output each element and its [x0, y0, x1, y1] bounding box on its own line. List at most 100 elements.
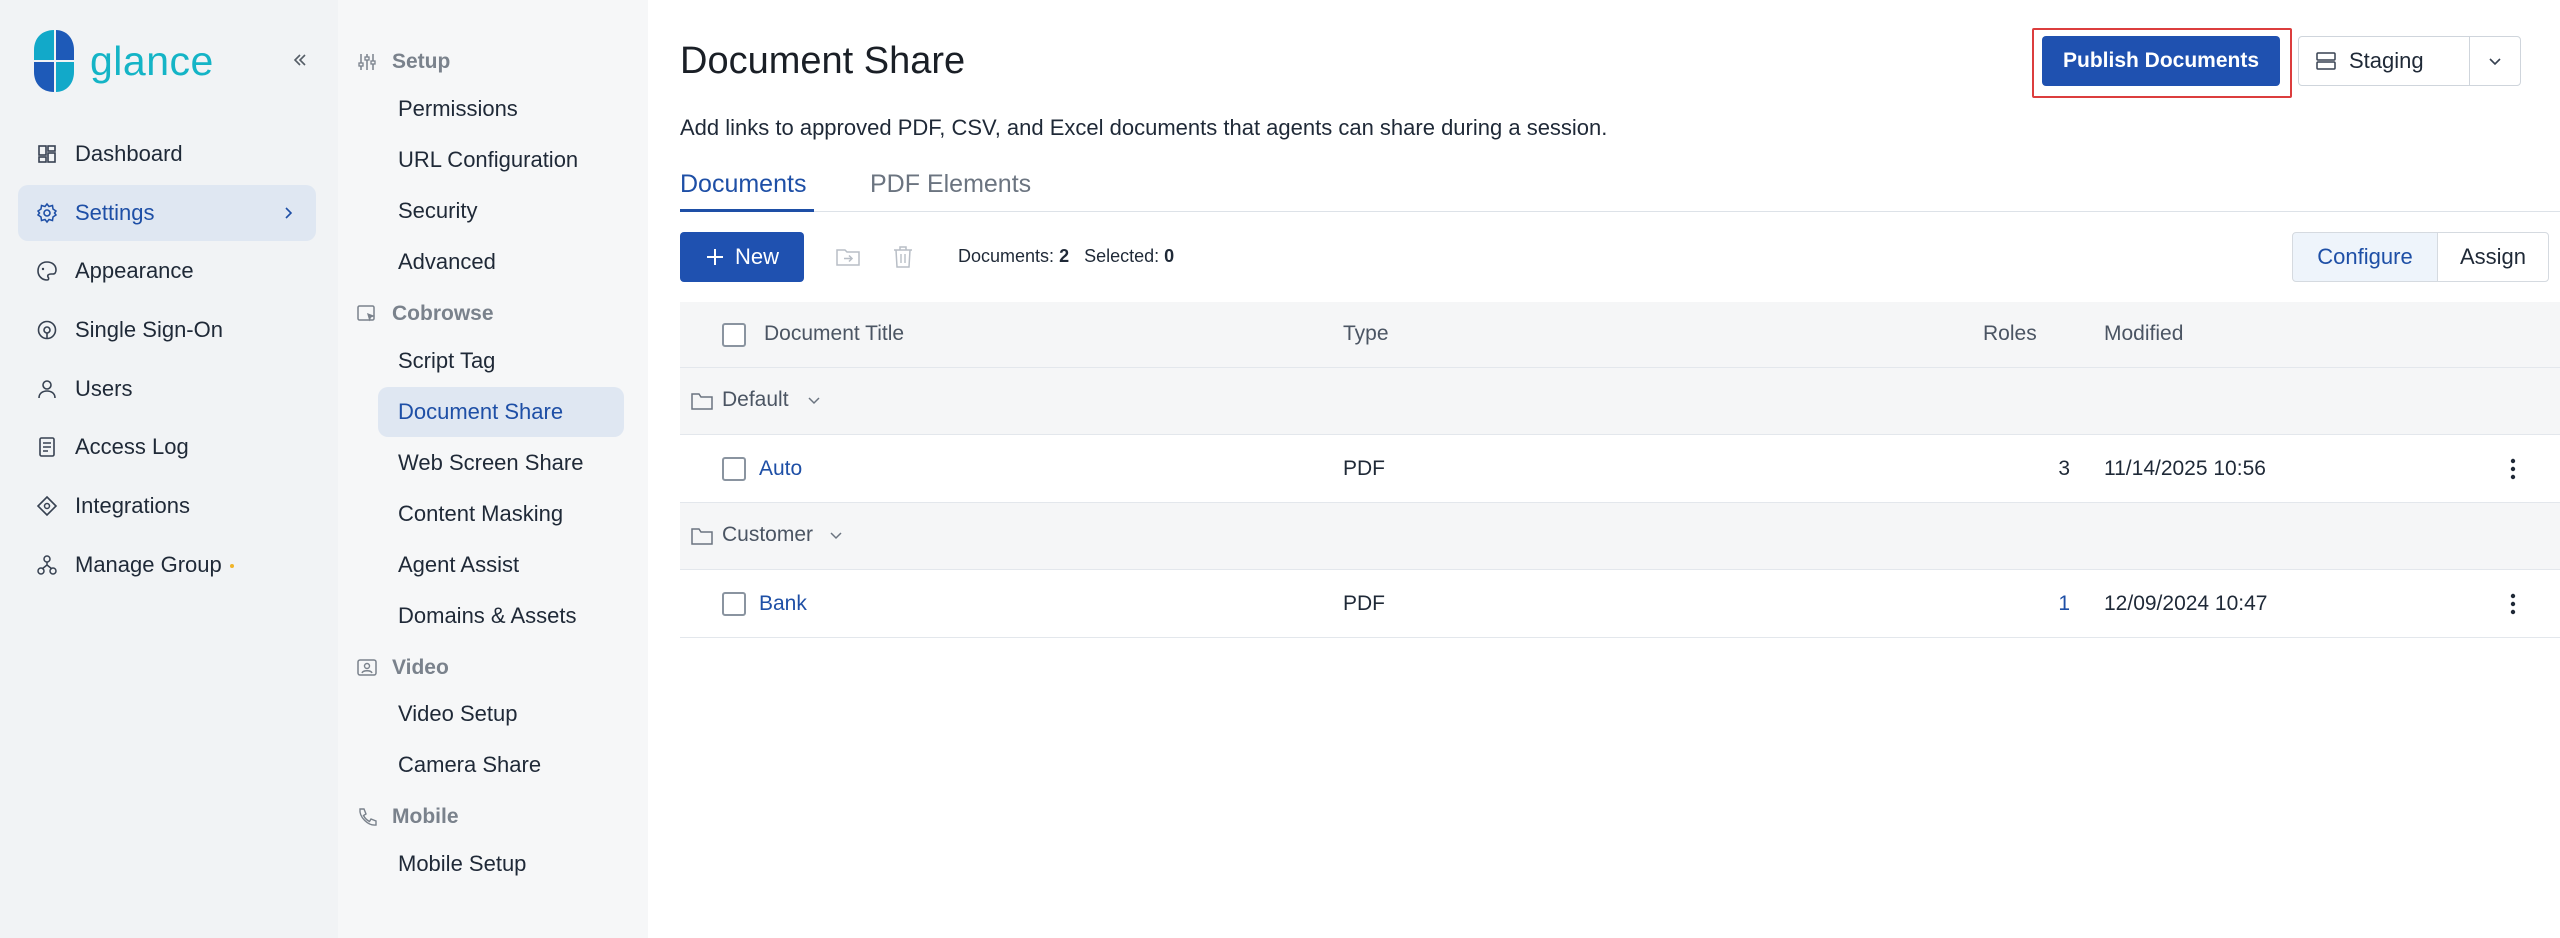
- phone-icon: [359, 808, 377, 826]
- configure-button[interactable]: Configure: [2292, 232, 2438, 282]
- subnav-section-cobrowse: Cobrowse: [356, 302, 494, 326]
- subnav-item-web-screen-share[interactable]: Web Screen Share: [378, 438, 624, 488]
- sso-icon: [37, 320, 57, 340]
- group-name: Default: [722, 388, 789, 411]
- nav-item-settings[interactable]: Settings: [18, 184, 316, 241]
- nav-item-label: Single Sign-On: [75, 317, 223, 343]
- status-dot: [229, 563, 234, 568]
- subnav-section-setup: Setup: [356, 50, 450, 74]
- subnav-item-document-share[interactable]: Document Share: [378, 387, 624, 437]
- new-button-label: New: [734, 244, 779, 269]
- brand: glance: [32, 30, 214, 92]
- palette-icon: [37, 261, 57, 282]
- chevron-right-icon: [285, 207, 293, 219]
- subnav-section-mobile: Mobile: [356, 805, 459, 829]
- subnav-item-camera-share[interactable]: Camera Share: [378, 740, 624, 790]
- collapse-sidebar-button[interactable]: [288, 48, 312, 72]
- tab-pdf-elements[interactable]: PDF Elements: [870, 170, 1040, 212]
- environment-dropdown-toggle[interactable]: [2469, 36, 2521, 86]
- group-row-default[interactable]: Default: [680, 368, 2560, 435]
- cobrowse-icon: [357, 305, 375, 322]
- publish-documents-button[interactable]: Publish Documents: [2042, 36, 2280, 86]
- dashboard-icon: [38, 145, 56, 163]
- row-checkbox[interactable]: [722, 592, 746, 616]
- subnav-item-content-masking[interactable]: Content Masking: [378, 489, 624, 539]
- page-subtitle: Add links to approved PDF, CSV, and Exce…: [680, 115, 1608, 140]
- trash-icon[interactable]: [890, 244, 916, 270]
- folder-icon: [691, 528, 713, 545]
- document-roles[interactable]: 3: [2030, 457, 2070, 481]
- subnav-item-permissions[interactable]: Permissions: [378, 84, 624, 134]
- nav-item-label: Manage Group: [75, 551, 222, 577]
- document-type: PDF: [1343, 592, 1385, 615]
- subnav-section-title: Video: [392, 656, 449, 679]
- subnav-item-script-tag[interactable]: Script Tag: [378, 336, 624, 386]
- user-icon: [38, 379, 56, 398]
- document-title-link[interactable]: Auto: [759, 457, 802, 481]
- nav-item-label: Integrations: [75, 493, 190, 519]
- documents-count-value: 2: [1059, 246, 1070, 266]
- document-title-link[interactable]: Bank: [759, 592, 807, 616]
- nav-item-label: Users: [75, 375, 133, 401]
- nav-item-users[interactable]: Users: [18, 361, 316, 417]
- folder-icon: [691, 393, 713, 410]
- more-options-icon[interactable]: [2508, 455, 2518, 483]
- nav-item-manage-group[interactable]: Manage Group: [18, 537, 316, 593]
- group-row-customer[interactable]: Customer: [680, 503, 2560, 570]
- new-button[interactable]: New: [680, 232, 804, 282]
- assign-button[interactable]: Assign: [2437, 232, 2549, 282]
- group-name: Customer: [722, 523, 814, 546]
- nav-item-integrations[interactable]: Integrations: [18, 478, 316, 534]
- table-row: Auto PDF 3 11/14/2025 10:56: [680, 435, 2560, 503]
- subnav-section-title: Setup: [392, 50, 451, 73]
- main-content: Document Share Add links to approved PDF…: [648, 0, 2560, 938]
- nav-item-label: Access Log: [75, 434, 189, 460]
- subnav-item-agent-assist[interactable]: Agent Assist: [378, 540, 624, 590]
- subnav-section-title: Mobile: [392, 805, 459, 828]
- row-checkbox[interactable]: [722, 457, 746, 481]
- nav-item-access-log[interactable]: Access Log: [18, 419, 316, 475]
- document-type: PDF: [1343, 457, 1385, 480]
- environment-label: Staging: [2349, 48, 2424, 73]
- page-title: Document Share: [680, 40, 966, 82]
- document-counts: Documents: 2 Selected: 0: [958, 246, 1174, 267]
- table-row: Bank PDF 1 12/09/2024 10:47: [680, 570, 2560, 638]
- sliders-icon: [358, 54, 376, 70]
- nav-item-single-sign-on[interactable]: Single Sign-On: [18, 302, 316, 358]
- nav-list: Dashboard Settings Appearance Single Sig…: [18, 126, 316, 596]
- gear-icon: [36, 202, 58, 223]
- column-header-modified[interactable]: Modified: [2104, 322, 2183, 346]
- subnav-item-url-configuration[interactable]: URL Configuration: [378, 135, 624, 185]
- glance-logo-icon: [34, 30, 74, 92]
- subnav-item-advanced[interactable]: Advanced: [378, 237, 624, 287]
- column-header-roles[interactable]: Roles: [1983, 322, 2037, 346]
- subnav-item-domains-assets[interactable]: Domains & Assets: [378, 591, 624, 641]
- table-header: Document Title Type Roles Modified: [680, 302, 2560, 368]
- brand-name: glance: [90, 37, 214, 84]
- column-header-title[interactable]: Document Title: [764, 322, 904, 346]
- subnav-item-security[interactable]: Security: [378, 186, 624, 236]
- server-icon: [2316, 52, 2336, 70]
- more-options-icon[interactable]: [2508, 590, 2518, 618]
- subnav-section-title: Cobrowse: [392, 302, 494, 325]
- nav-item-label: Settings: [75, 199, 155, 225]
- subnav-item-mobile-setup[interactable]: Mobile Setup: [378, 839, 624, 889]
- chevron-down-icon: [808, 397, 820, 405]
- tab-documents[interactable]: Documents: [680, 170, 814, 212]
- document-modified: 11/14/2025 10:56: [2104, 457, 2266, 480]
- column-header-type[interactable]: Type: [1343, 322, 1389, 346]
- move-to-folder-icon[interactable]: [835, 244, 861, 270]
- document-modified: 12/09/2024 10:47: [2104, 592, 2268, 615]
- select-all-checkbox[interactable]: [722, 323, 746, 347]
- selected-count-value: 0: [1164, 246, 1175, 266]
- nav-item-label: Dashboard: [75, 141, 183, 166]
- subnav-item-video-setup[interactable]: Video Setup: [378, 689, 624, 739]
- nav-item-dashboard[interactable]: Dashboard: [18, 126, 316, 182]
- documents-count-label: Documents:: [958, 246, 1055, 266]
- environment-select[interactable]: Staging: [2298, 36, 2470, 86]
- nav-item-appearance[interactable]: Appearance: [18, 243, 316, 299]
- settings-subnav: Setup Permissions URL Configuration Secu…: [338, 0, 648, 938]
- app-window: glance Dashboard Settings Appearance Sin…: [0, 0, 2560, 938]
- document-roles[interactable]: 1: [2030, 592, 2070, 616]
- chevron-down-icon: [2489, 58, 2501, 66]
